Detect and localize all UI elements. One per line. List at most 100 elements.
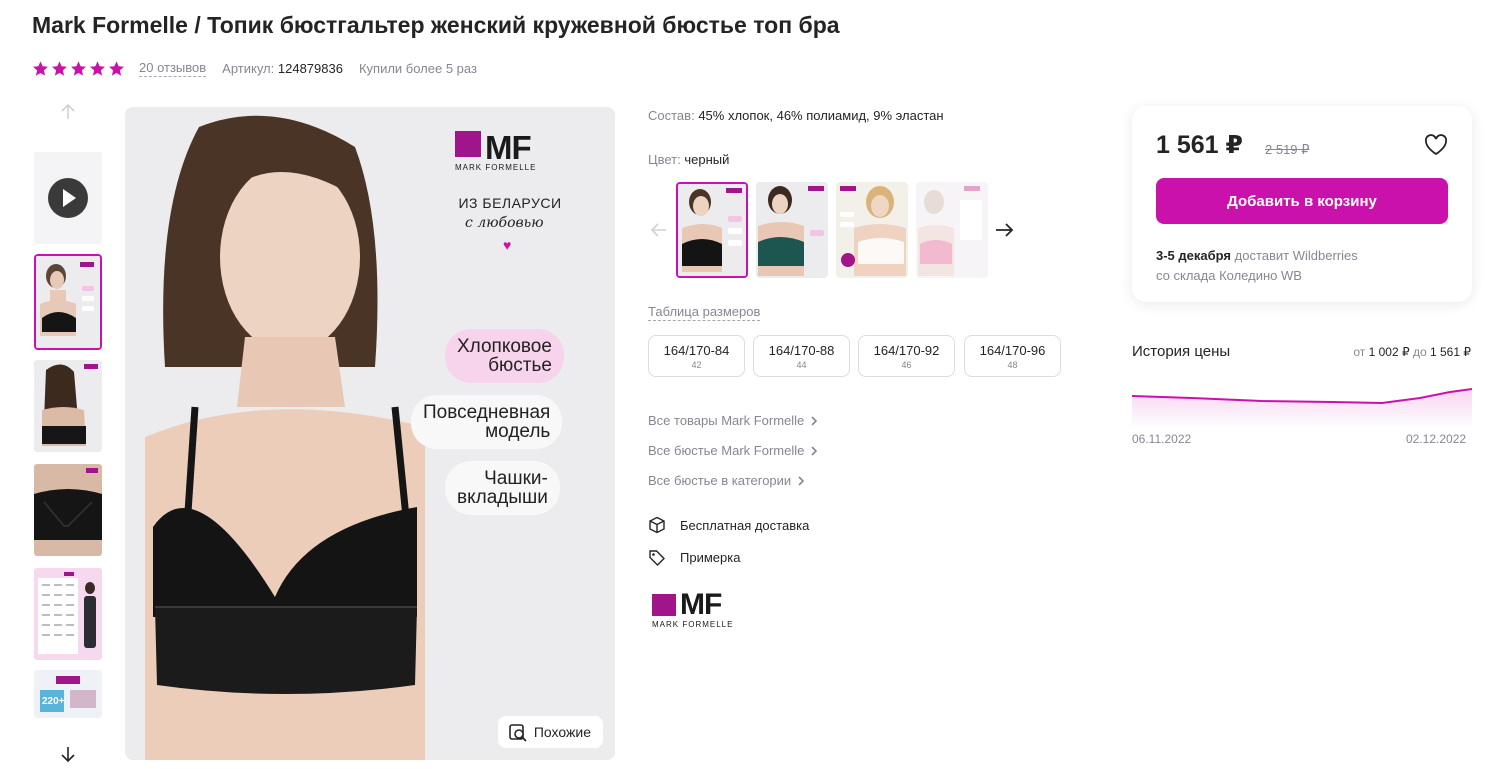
star-icon <box>109 60 124 76</box>
link-label: Все бюстье Mark Formelle <box>648 443 805 458</box>
thumbnail-5-badge: 220+ <box>42 696 65 707</box>
delivery-by: доставит Wildberries <box>1234 248 1358 263</box>
pill-line: вкладыши <box>457 487 548 508</box>
link-all-brand-products[interactable]: Все товары Mark Formelle <box>648 413 818 428</box>
composition: Состав: 45% хлопок, 46% полиамид, 9% эла… <box>648 108 944 123</box>
chevron-left-icon[interactable] <box>650 220 668 240</box>
star-icon <box>33 60 48 76</box>
size-option-label: 164/170-84 <box>663 343 730 358</box>
size-option[interactable]: 164/170-84 42 <box>648 335 745 377</box>
chevron-right-icon <box>811 415 818 426</box>
color-variant-black[interactable] <box>676 182 748 278</box>
thumbnail-4[interactable] <box>34 568 102 660</box>
similar-button-label: Похожие <box>533 724 591 740</box>
play-icon <box>48 178 88 218</box>
feature-free-delivery: Бесплатная доставка <box>648 516 809 534</box>
thumbnail-4-image <box>34 568 102 660</box>
heart-favorite-icon[interactable] <box>1424 134 1448 156</box>
article-number: Артикул: 124879836 <box>222 61 343 76</box>
color-variant-white[interactable] <box>836 182 908 278</box>
mf-logo-text: MF <box>485 129 532 166</box>
price-history-area <box>1132 389 1472 428</box>
pill-line: бюстье <box>488 355 552 376</box>
size-option-label: 164/170-92 <box>873 343 940 358</box>
with-love-text: с любовью <box>465 215 544 231</box>
link-label: Все бюстье в категории <box>648 473 792 488</box>
thumbnail-1[interactable] <box>34 254 102 350</box>
price-history-title: История цены <box>1132 343 1231 360</box>
thumbnail-5[interactable]: 220+ <box>34 670 102 718</box>
old-price: 2 519 ₽ <box>1265 142 1310 157</box>
range-from-label: от <box>1353 345 1366 359</box>
brand-logo[interactable]: MF MARK FORMELLE <box>652 588 742 635</box>
color-value: черный <box>684 152 730 167</box>
article-value: 124879836 <box>277 60 343 76</box>
size-option-ru: 42 <box>691 360 702 370</box>
price-history-end-date: 02.12.2022 <box>1406 432 1467 446</box>
link-all-category-bustier[interactable]: Все бюстье в категории <box>648 473 805 488</box>
similar-button[interactable]: Похожие <box>497 716 603 748</box>
bought-count: Купили более 5 раз <box>358 60 477 76</box>
thumbnail-1-image <box>36 256 100 348</box>
size-table-link[interactable]: Таблица размеров <box>648 304 761 321</box>
product-meta: 20 отзывов Артикул: 124879836 Купили бол… <box>32 58 477 78</box>
feature-pill-cups: Чашки- вкладыши <box>445 461 560 515</box>
thumbnail-video[interactable] <box>34 152 102 244</box>
feature-pill-cotton: Хлопковое бюстье <box>445 329 564 383</box>
chevron-right-icon[interactable] <box>994 220 1014 240</box>
size-option-ru: 48 <box>1007 360 1018 370</box>
size-option[interactable]: 164/170-88 44 <box>753 335 850 377</box>
search-similar-icon <box>509 724 527 742</box>
color-variant-pink[interactable] <box>916 182 988 278</box>
mf-logo-subtitle: MARK FORMELLE <box>455 163 537 172</box>
price-card: 1 561 ₽ 2 519 ₽ Добавить в корзину 3-5 д… <box>1132 106 1472 302</box>
delivery-info: 3-5 декабря доставит Wildberries со скла… <box>1156 246 1456 286</box>
reviews-link[interactable]: 20 отзывов <box>139 60 207 77</box>
pill-line: модель <box>485 421 551 442</box>
color-variant-green[interactable] <box>756 182 828 278</box>
link-label: Все товары Mark Formelle <box>648 413 805 428</box>
link-all-brand-bustier[interactable]: Все бюстье Mark Formelle <box>648 443 818 458</box>
composition-label: Состав: <box>648 108 695 123</box>
tag-icon <box>649 550 665 566</box>
range-from-value: 1 002 ₽ <box>1368 345 1410 359</box>
box-icon <box>649 516 665 534</box>
current-price: 1 561 ₽ <box>1156 131 1243 159</box>
color-variant-pink-image <box>916 182 988 278</box>
thumbnail-2[interactable] <box>34 360 102 452</box>
range-to-value: 1 561 ₽ <box>1430 345 1471 359</box>
color-variant-white-image <box>836 182 908 278</box>
thumbnail-2-image <box>34 360 102 452</box>
main-product-image[interactable]: MF MARK FORMELLE ИЗ БЕЛАРУСИ с любовью ♥… <box>125 107 615 760</box>
from-belarus-text: ИЗ БЕЛАРУСИ <box>458 195 562 211</box>
size-option-ru: 44 <box>796 360 807 370</box>
price-history-start-date: 06.11.2022 <box>1132 432 1192 446</box>
size-option[interactable]: 164/170-96 48 <box>964 335 1061 377</box>
brand-logo-text: MF <box>680 588 722 621</box>
color-variant-green-image <box>756 182 828 278</box>
chevron-right-icon <box>798 475 805 486</box>
arrow-down-icon[interactable] <box>58 744 78 764</box>
brand-logo-subtitle: MARK FORMELLE <box>652 620 734 629</box>
feature-label: Примерка <box>680 549 741 565</box>
pill-line: Повседневная <box>423 402 551 423</box>
add-to-cart-button[interactable]: Добавить в корзину <box>1156 178 1448 224</box>
range-to-label: до <box>1412 345 1427 359</box>
color-label: Цвет: черный <box>648 152 729 167</box>
color-variant-black-image <box>678 184 746 276</box>
size-option-label: 164/170-96 <box>979 343 1046 358</box>
delivery-date: 3-5 декабря <box>1156 248 1232 263</box>
star-icon <box>90 60 105 76</box>
heart-icon: ♥ <box>503 237 512 253</box>
price-history-chart[interactable] <box>1132 382 1472 428</box>
arrow-up-icon[interactable] <box>58 102 78 122</box>
pill-line: Чашки- <box>484 468 548 489</box>
product-title: Mark Formelle / Топик бюстгальтер женски… <box>32 12 840 38</box>
thumbnail-3[interactable] <box>34 464 102 556</box>
article-label: Артикул: <box>222 60 275 76</box>
size-option[interactable]: 164/170-92 46 <box>858 335 955 377</box>
rating-stars <box>32 60 125 77</box>
composition-value: 45% хлопок, 46% полиамид, 9% эластан <box>698 108 944 123</box>
thumbnail-3-image <box>34 464 102 556</box>
feature-fitting: Примерка <box>648 548 740 566</box>
